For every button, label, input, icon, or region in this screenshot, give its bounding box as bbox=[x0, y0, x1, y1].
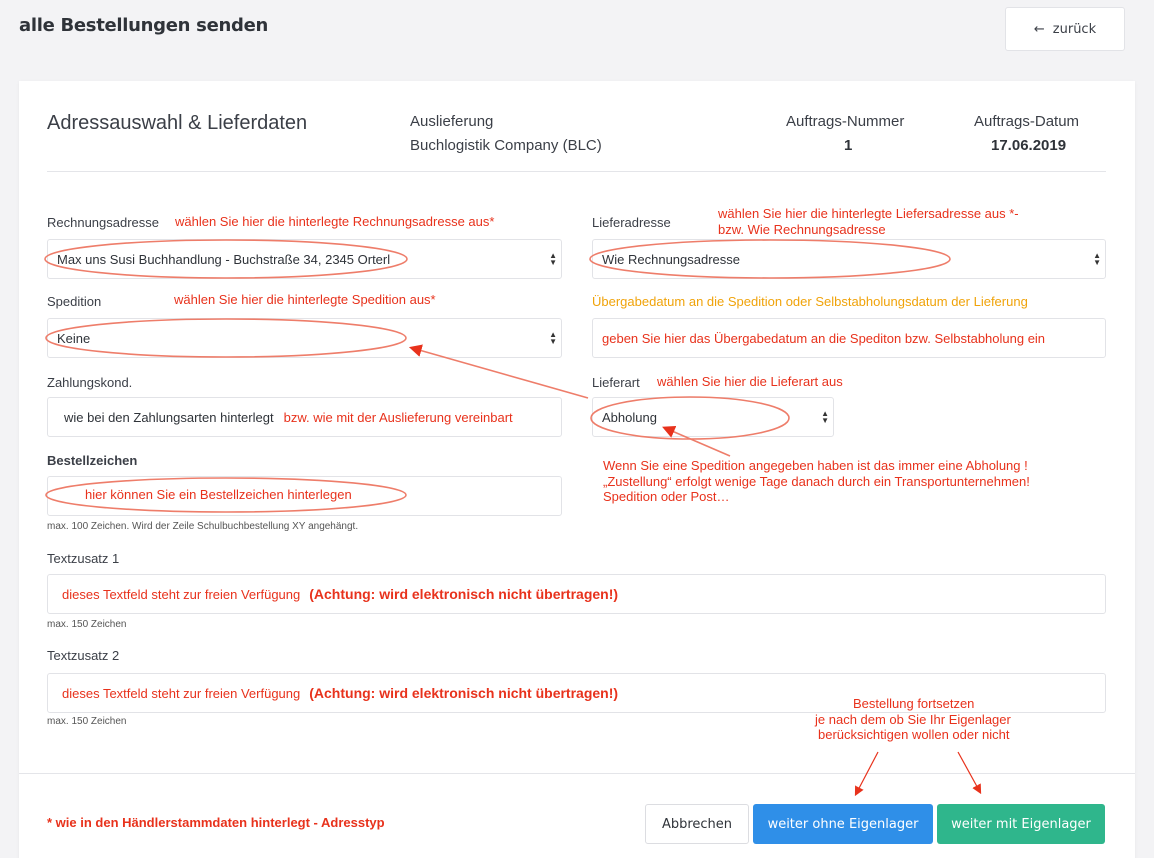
shipping-annotation-line1: wählen Sie hier die hinterlegte Liefersa… bbox=[718, 206, 1019, 221]
handover-date-input[interactable]: geben Sie hier das Übergabedatum an die … bbox=[592, 318, 1106, 358]
carrier-value: Keine bbox=[57, 330, 91, 346]
footnote: * wie in den Händlerstammdaten hinterleg… bbox=[47, 815, 385, 830]
carrier-annotation: wählen Sie hier die hinterlegte Speditio… bbox=[174, 292, 436, 307]
delivery-note-line2: „Zustellung“ erfolgt wenige Tage danach … bbox=[603, 474, 1030, 489]
arrow-left-icon: ← bbox=[1033, 21, 1045, 37]
delivery-type-value: Abholung bbox=[602, 409, 657, 425]
text-addition-1-warning: (Achtung: wird elektronisch nicht übertr… bbox=[309, 586, 619, 602]
order-number-value: 1 bbox=[844, 137, 853, 154]
continue-with-stock-button[interactable]: weiter mit Eigenlager bbox=[937, 804, 1105, 844]
delivery-type-annotation: wählen Sie hier die Lieferart aus bbox=[657, 374, 843, 389]
continue-annotation-line1: Bestellung fortsetzen bbox=[853, 696, 975, 711]
billing-address-label: Rechnungsadresse bbox=[47, 215, 160, 230]
delivery-note-line1: Wenn Sie eine Spedition angegeben haben … bbox=[603, 458, 1028, 473]
header-divider bbox=[47, 171, 1106, 172]
payment-terms-value: wie bei den Zahlungsarten hinterlegt bbox=[64, 409, 274, 425]
text-addition-2-warning: (Achtung: wird elektronisch nicht übertr… bbox=[309, 685, 619, 701]
delivery-type-select[interactable]: Abholung ▲ ▼ bbox=[592, 397, 834, 437]
text-addition-1-annotation: dieses Textfeld steht zur freien Verfügu… bbox=[62, 586, 301, 602]
text-addition-2-label: Textzusatz 2 bbox=[47, 648, 120, 663]
select-arrows-icon: ▲ ▼ bbox=[549, 330, 557, 346]
handover-date-label: Übergabedatum an die Spedition oder Selb… bbox=[592, 294, 1028, 309]
back-button[interactable]: ← zurück bbox=[1005, 7, 1125, 51]
carrier-select[interactable]: Keine ▲ ▼ bbox=[47, 318, 562, 358]
order-number-label: Auftrags-Nummer bbox=[786, 113, 905, 130]
text-addition-1-hint: max. 150 Zeichen bbox=[47, 619, 127, 630]
billing-address-value: Max uns Susi Buchhandlung - Buchstraße 3… bbox=[57, 251, 391, 267]
handover-date-annotation: geben Sie hier das Übergabedatum an die … bbox=[602, 330, 1046, 346]
text-addition-1-label: Textzusatz 1 bbox=[47, 551, 120, 566]
shipping-address-label: Lieferadresse bbox=[592, 215, 671, 230]
text-addition-2-hint: max. 150 Zeichen bbox=[47, 716, 127, 727]
delivery-note-line3: Spedition oder Post… bbox=[603, 489, 730, 504]
carrier-label: Spedition bbox=[47, 294, 102, 309]
delivery-label: Auslieferung bbox=[410, 113, 494, 130]
order-reference-hint: max. 100 Zeichen. Wird der Zeile Schulbu… bbox=[47, 521, 359, 532]
shipping-address-select[interactable]: Wie Rechnungsadresse ▲ ▼ bbox=[592, 239, 1106, 279]
text-addition-2-annotation: dieses Textfeld steht zur freien Verfügu… bbox=[62, 685, 301, 701]
cancel-button[interactable]: Abbrechen bbox=[645, 804, 749, 844]
text-addition-1-input[interactable]: dieses Textfeld steht zur freien Verfügu… bbox=[47, 574, 1106, 614]
continue-annotation-line3: berücksichtigen wollen oder nicht bbox=[818, 727, 1010, 742]
continue-without-stock-button[interactable]: weiter ohne Eigenlager bbox=[753, 804, 933, 844]
back-button-label: zurück bbox=[1052, 21, 1097, 37]
order-reference-annotation: hier können Sie ein Bestellzeichen hinte… bbox=[85, 487, 352, 502]
delivery-value: Buchlogistik Company (BLC) bbox=[410, 137, 602, 154]
order-date-label: Auftrags-Datum bbox=[974, 113, 1080, 130]
order-date-value: 17.06.2019 bbox=[991, 137, 1067, 154]
order-reference-label: Bestellzeichen bbox=[47, 453, 138, 468]
billing-annotation: wählen Sie hier die hinterlegte Rechnung… bbox=[175, 214, 495, 229]
section-title: Adressauswahl & Lieferdaten bbox=[47, 112, 308, 134]
footer-divider bbox=[19, 773, 1135, 774]
select-arrows-icon: ▲ ▼ bbox=[1093, 251, 1101, 267]
shipping-annotation-line2: bzw. Wie Rechnungsadresse bbox=[718, 222, 886, 237]
payment-terms-field: wie bei den Zahlungsarten hinterlegt bzw… bbox=[47, 397, 562, 437]
select-arrows-icon: ▲ ▼ bbox=[549, 251, 557, 267]
payment-terms-label: Zahlungskond. bbox=[47, 375, 133, 390]
billing-address-select[interactable]: Max uns Susi Buchhandlung - Buchstraße 3… bbox=[47, 239, 562, 279]
shipping-address-value: Wie Rechnungsadresse bbox=[602, 251, 741, 267]
delivery-type-label: Lieferart bbox=[592, 375, 640, 390]
payment-terms-annotation: bzw. wie mit der Auslieferung vereinbart bbox=[283, 409, 513, 425]
select-arrows-icon: ▲ ▼ bbox=[821, 409, 829, 425]
continue-annotation-line2: je nach dem ob Sie Ihr Eigenlager bbox=[815, 712, 1011, 727]
page-title: alle Bestellungen senden bbox=[19, 15, 269, 36]
